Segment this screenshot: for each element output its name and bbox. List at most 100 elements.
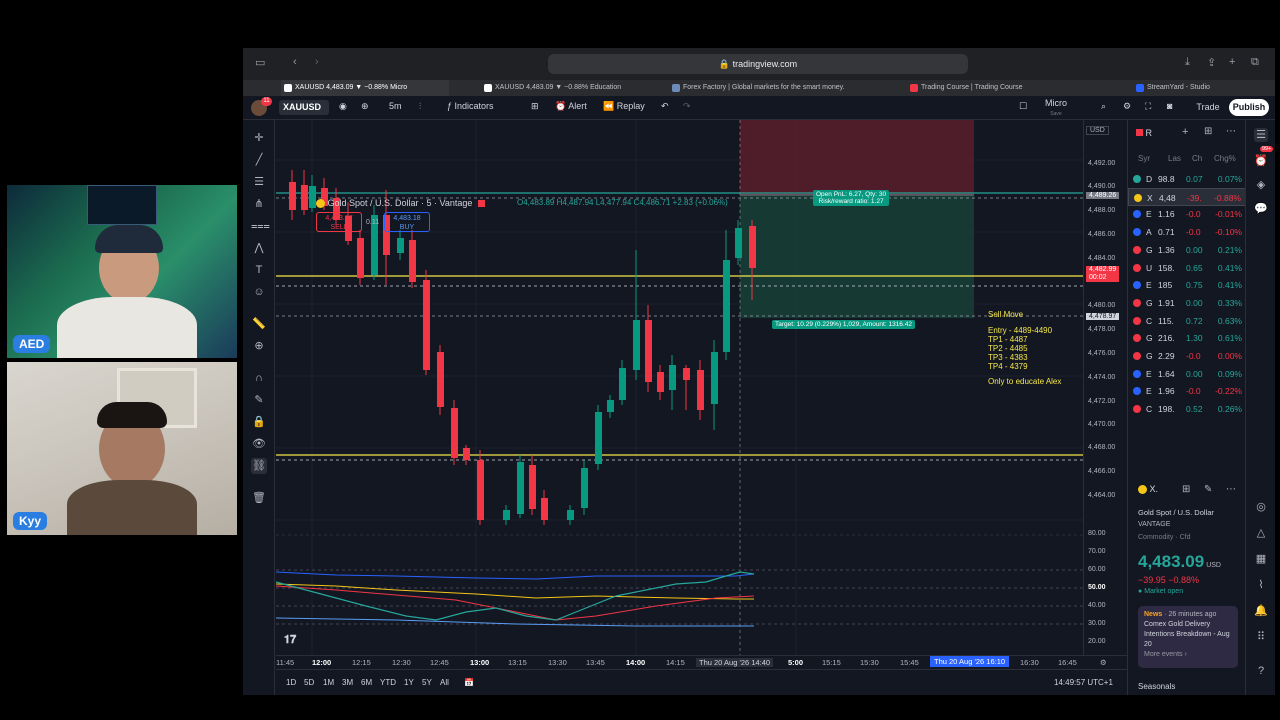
- forward-icon[interactable]: ›: [315, 56, 319, 68]
- detail-header[interactable]: X.: [1138, 484, 1158, 495]
- lock-icon[interactable]: 🔒: [251, 414, 267, 430]
- trash-icon[interactable]: 🗑: [251, 490, 267, 506]
- link-icon[interactable]: ⛓: [251, 458, 267, 474]
- text-icon[interactable]: T: [251, 262, 267, 278]
- replay-button[interactable]: ⏪ Replay: [603, 101, 645, 112]
- range-5y[interactable]: 5Y: [422, 678, 432, 687]
- watchlist-row[interactable]: E 1.64 0.00 0.09%: [1128, 365, 1246, 383]
- fib-icon[interactable]: ⩶: [251, 218, 270, 234]
- watchlist-row[interactable]: G 216. 1.30 0.61%: [1128, 329, 1246, 347]
- detail-more-icon[interactable]: ⋯: [1226, 484, 1236, 495]
- range-all[interactable]: All: [440, 678, 449, 687]
- signal-icon[interactable]: ⌇: [1254, 578, 1268, 592]
- sidebar-icon[interactable]: ▭: [255, 56, 265, 69]
- tab-trading-course[interactable]: Trading Course | Trading Course: [907, 80, 1067, 96]
- camera-icon[interactable]: ◙: [1167, 101, 1172, 111]
- back-icon[interactable]: ‹: [293, 56, 297, 68]
- watchlist-row[interactable]: X 4,48 -39. -0.88%: [1128, 187, 1246, 206]
- redo-icon[interactable]: ↷: [683, 101, 691, 112]
- target-icon[interactable]: ◎: [1254, 500, 1268, 514]
- watchlist-row[interactable]: G 1.91 0.00 0.33%: [1128, 294, 1246, 312]
- settings-icon[interactable]: ⚙: [1123, 101, 1131, 112]
- watchlist-row[interactable]: A 0.71 -0.0 -0.10%: [1128, 223, 1246, 241]
- ideas-icon[interactable]: △: [1254, 526, 1268, 540]
- range-5d[interactable]: 5D: [304, 678, 314, 687]
- more-events-link[interactable]: More events ›: [1144, 651, 1187, 658]
- candle-type-icon[interactable]: ⫶: [419, 101, 421, 112]
- range-6m[interactable]: 6M: [361, 678, 372, 687]
- col-symbol[interactable]: Syr: [1138, 154, 1150, 163]
- detail-layout-icon[interactable]: ⊞: [1182, 484, 1190, 495]
- watchlist-row[interactable]: E 1.96 -0.0 -0.22%: [1128, 382, 1246, 400]
- trendline-icon[interactable]: ╱: [251, 152, 267, 168]
- chart-pane[interactable]: Gold Spot / U.S. Dollar · 5 · Vantage O4…: [276, 120, 1083, 655]
- col-last[interactable]: Las: [1168, 154, 1181, 163]
- watchlist-icon[interactable]: ☰: [1254, 128, 1268, 142]
- layouts-icon[interactable]: ⊞: [531, 101, 539, 112]
- watchlist-row[interactable]: G 2.29 -0.0 0.00%: [1128, 347, 1246, 365]
- range-1y[interactable]: 1Y: [404, 678, 414, 687]
- chat-icon[interactable]: 💬: [1254, 202, 1268, 216]
- magnet-icon[interactable]: ∩: [251, 370, 267, 386]
- notifications-icon[interactable]: 🔔: [1254, 604, 1268, 618]
- interval-button[interactable]: 5m: [389, 101, 402, 111]
- position-open-label[interactable]: Open PnL: 6.27, Qty: 30 Risk/reward ratio…: [813, 190, 890, 206]
- edit-icon[interactable]: ✎: [1204, 484, 1212, 495]
- tab-xauusd-education[interactable]: XAUUSD 4,483.09 ▼ −0.88% Education: [481, 80, 649, 96]
- tab-streamyard[interactable]: StreamYard - Studio: [1133, 80, 1273, 96]
- help-icon[interactable]: ?: [1254, 664, 1268, 678]
- pencil-lock-icon[interactable]: ✎: [251, 392, 267, 408]
- detail-name[interactable]: Gold Spot / U.S. Dollar: [1138, 508, 1214, 517]
- watchlist-row[interactable]: E 185 0.75 0.41%: [1128, 276, 1246, 294]
- news-card[interactable]: News · 26 minutes ago Comex Gold Deliver…: [1138, 606, 1238, 668]
- axis-settings-icon[interactable]: ⚙: [1100, 658, 1107, 667]
- compare-add-icon[interactable]: ⊕: [361, 101, 369, 112]
- tab-forex-factory[interactable]: Forex Factory | Global markets for the s…: [669, 80, 869, 96]
- indicators-button[interactable]: ƒ Indicators: [447, 101, 494, 111]
- layers-icon[interactable]: ◈: [1254, 178, 1268, 192]
- crosshair-icon[interactable]: ✛: [251, 130, 267, 146]
- tab-xauusd-micro[interactable]: XAUUSD 4,483.09 ▼ −0.88% Micro: [281, 80, 449, 96]
- emoji-icon[interactable]: ☺: [251, 284, 267, 300]
- time-axis[interactable]: 11:45 12:00 12:15 12:30 12:45 13:00 13:1…: [276, 655, 1127, 669]
- alert-button[interactable]: ⏰ Alert: [555, 101, 587, 112]
- watchlist-row[interactable]: C 198. 0.52 0.26%: [1128, 400, 1246, 418]
- new-tab-icon[interactable]: +: [1229, 56, 1235, 68]
- pitchfork-icon[interactable]: ⋔: [251, 196, 267, 212]
- price-axis[interactable]: USD 4,492.00 4,490.00 4,488.00 4,486.00 …: [1083, 120, 1127, 655]
- seasonals-title[interactable]: Seasonals: [1138, 682, 1175, 691]
- download-icon[interactable]: ⤓: [1185, 56, 1190, 69]
- fullscreen-box-icon[interactable]: ☐: [1019, 101, 1027, 112]
- watchlist-row[interactable]: U 158. 0.65 0.41%: [1128, 259, 1246, 277]
- share-icon[interactable]: ⇪: [1207, 56, 1216, 69]
- watchlist-row[interactable]: D 98.8 0.07 0.07%: [1128, 170, 1246, 188]
- range-1m[interactable]: 1M: [323, 678, 334, 687]
- visibility-icon[interactable]: 👁: [251, 436, 267, 452]
- range-3m[interactable]: 3M: [342, 678, 353, 687]
- sell-button[interactable]: 4,483.07 SELL: [316, 212, 362, 232]
- eye-icon[interactable]: ◉: [339, 101, 347, 112]
- range-1d[interactable]: 1D: [286, 678, 296, 687]
- buy-button[interactable]: 4,483.18 BUY: [384, 212, 430, 232]
- col-change-pct[interactable]: Chg%: [1214, 154, 1236, 163]
- undo-icon[interactable]: ↶: [661, 101, 669, 112]
- symbol-legend[interactable]: Gold Spot / U.S. Dollar · 5 · Vantage: [316, 198, 485, 209]
- watchlist-row[interactable]: C 115. 0.72 0.63%: [1128, 312, 1246, 330]
- trade-button[interactable]: Trade: [1191, 99, 1225, 116]
- add-symbol-icon[interactable]: +: [1182, 126, 1188, 138]
- pattern-icon[interactable]: ⋀: [251, 240, 267, 256]
- tabs-overview-icon[interactable]: ⧉: [1251, 56, 1259, 69]
- apps-icon[interactable]: ⠿: [1254, 630, 1268, 644]
- watchlist-row[interactable]: E 1.16 -0.0 -0.01%: [1128, 205, 1246, 223]
- ruler-icon[interactable]: 📏: [251, 316, 267, 332]
- alerts-icon[interactable]: ⏰: [1254, 154, 1268, 168]
- watchlist-row[interactable]: G 1.36 0.00 0.21%: [1128, 241, 1246, 259]
- watchlist-header[interactable]: R: [1136, 128, 1152, 138]
- address-field[interactable]: 🔒 tradingview.com: [548, 54, 968, 74]
- zoom-icon[interactable]: ⊕: [251, 338, 267, 354]
- clock-display[interactable]: 14:49:57 UTC+1: [1054, 678, 1113, 687]
- tradingview-logo-icon[interactable]: 𝟏𝟕: [284, 634, 296, 647]
- quick-search-icon[interactable]: ⌕: [1101, 101, 1106, 112]
- layout-selector[interactable]: Micro Save: [1045, 99, 1067, 119]
- watchlist-layout-icon[interactable]: ⊞: [1204, 126, 1212, 137]
